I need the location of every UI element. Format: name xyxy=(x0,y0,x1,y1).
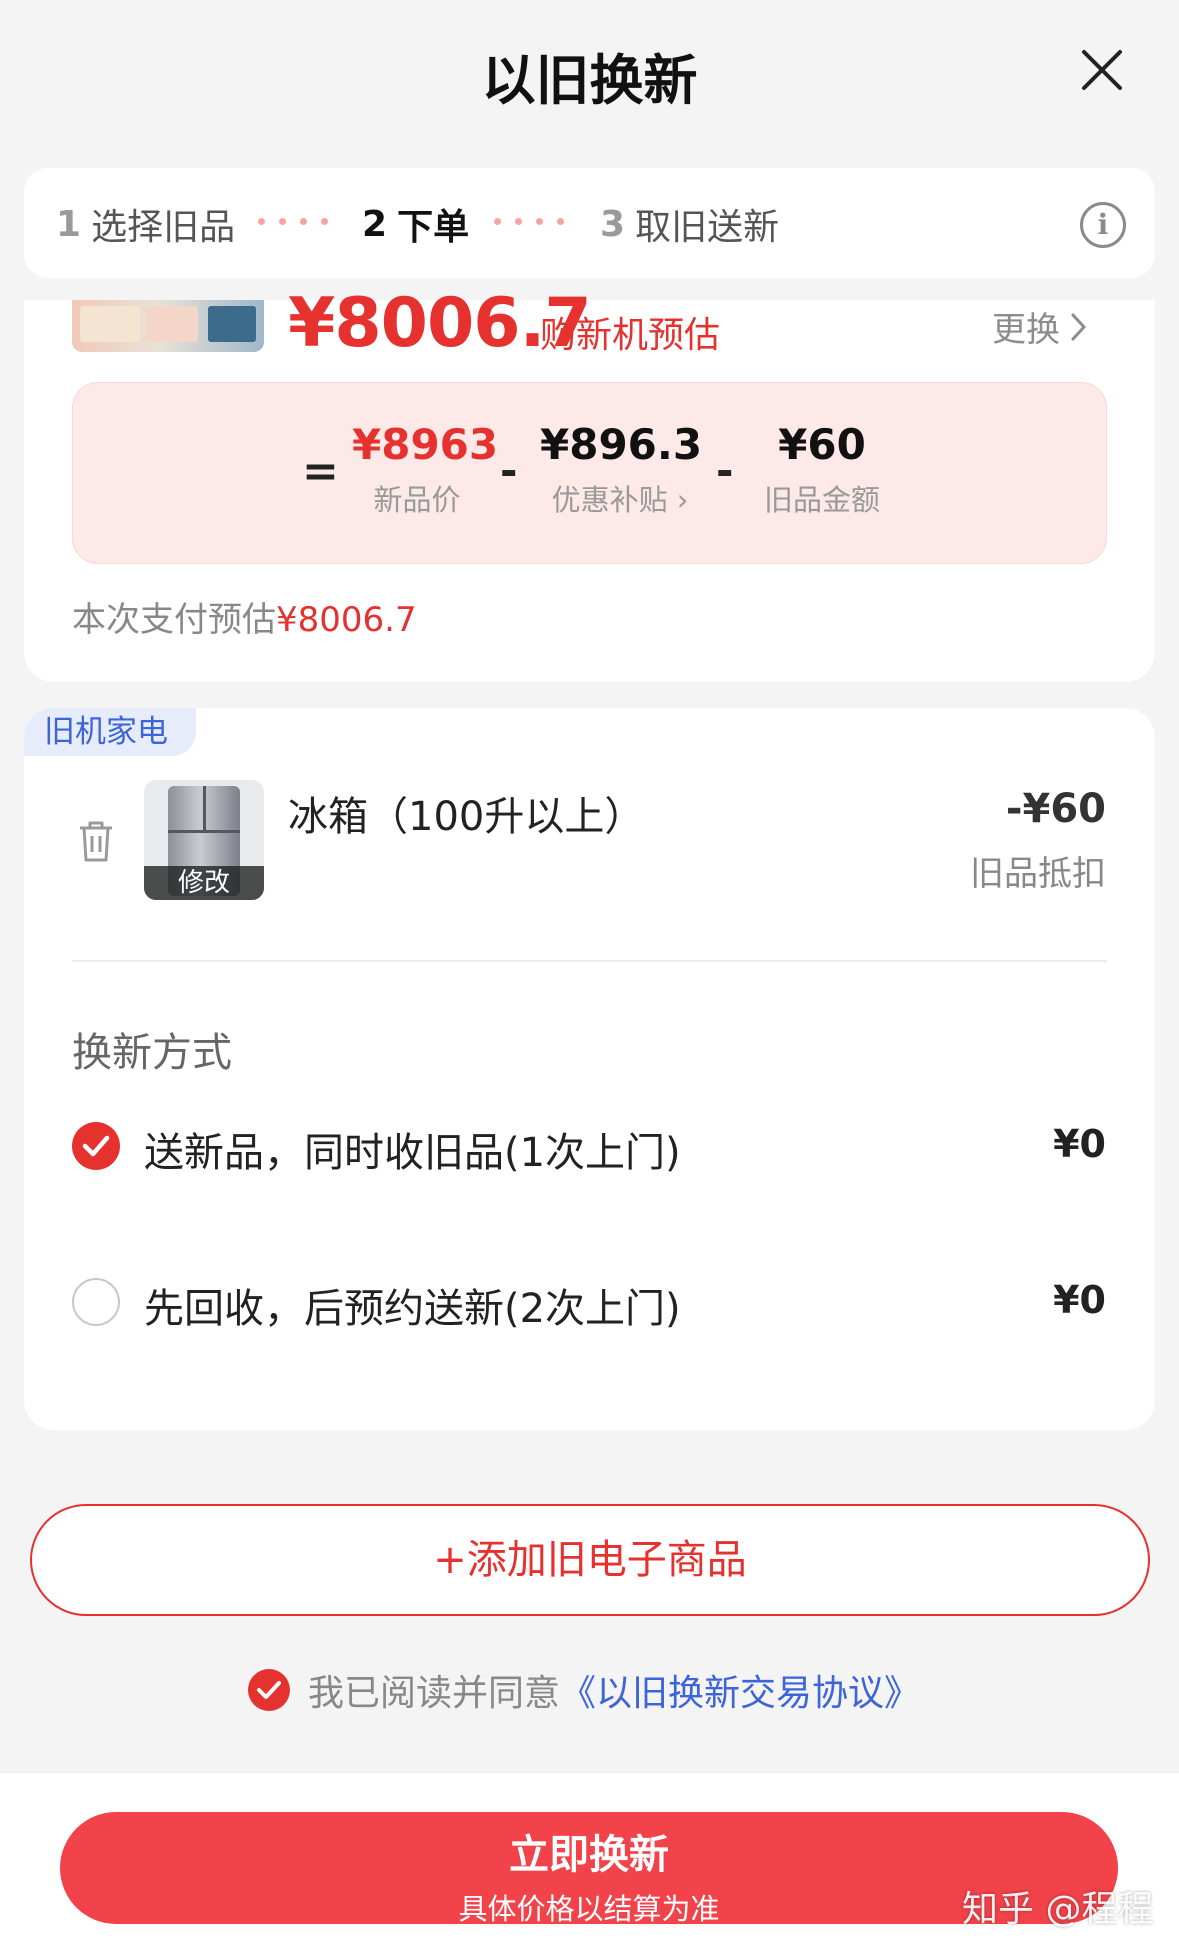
step-1-label: 选择旧品 xyxy=(91,207,236,248)
change-product-button[interactable]: 更换 xyxy=(992,302,1088,351)
cta-sub-label: 具体价格以结算为准 xyxy=(458,1892,720,1926)
minus-sign-1: - xyxy=(500,446,518,495)
method-option-2-radio[interactable] xyxy=(72,1278,120,1326)
step-1: 1 选择旧品 xyxy=(56,198,235,250)
new-price-value: ¥8963 xyxy=(352,420,499,469)
check-icon xyxy=(82,1135,110,1157)
watermark: 知乎 @程程 xyxy=(962,1889,1154,1930)
old-item-name: 冰箱（100升以上） xyxy=(288,794,645,840)
new-product-thumbnail xyxy=(72,300,264,352)
info-icon[interactable]: i xyxy=(1080,202,1126,248)
step-dots-2 xyxy=(494,218,564,225)
old-amount-value: ¥60 xyxy=(778,420,866,469)
pay-estimate-value: ¥8006.7 xyxy=(276,600,417,640)
agreement-row: 我已阅读并同意《以旧换新交易协议》 xyxy=(248,1664,920,1716)
old-amount-block: ¥60 旧品金额 xyxy=(752,420,892,519)
step-2-number: 2 xyxy=(362,203,388,245)
old-item-deduction-label: 旧品抵扣 xyxy=(970,854,1106,894)
add-old-electronics-button[interactable]: +添加旧电子商品 xyxy=(30,1504,1150,1616)
new-price-label: 新品价 xyxy=(373,483,461,517)
method-option-1-price: ¥0 xyxy=(1053,1122,1106,1166)
trash-icon xyxy=(80,821,112,862)
category-tag: 旧机家电 xyxy=(24,708,196,756)
sheet-title: 以旧换新 xyxy=(481,49,698,112)
method-option-2-label[interactable]: 先回收，后预约送新(2次上门) xyxy=(144,1276,681,1334)
method-option-1-radio[interactable] xyxy=(72,1122,120,1170)
close-button[interactable] xyxy=(1076,44,1128,96)
check-icon xyxy=(257,1681,281,1699)
step-3-number: 3 xyxy=(600,203,626,245)
subsidy-block[interactable]: ¥896.3 优惠补贴 › xyxy=(540,420,703,519)
agreement-checkbox[interactable] xyxy=(248,1669,290,1711)
old-amount-label: 旧品金额 xyxy=(763,483,880,517)
agreement-text: 我已阅读并同意 xyxy=(308,1673,561,1714)
method-title: 换新方式 xyxy=(72,1030,232,1076)
trade-in-sheet: 以旧换新 1 选择旧品 2 下单 3 取旧送新 i ¥8006.7 购新机预估 … xyxy=(0,0,1179,1954)
step-3-label: 取旧送新 xyxy=(635,207,780,248)
chevron-right-icon xyxy=(1071,313,1087,340)
subsidy-value: ¥896.3 xyxy=(540,420,703,469)
new-machine-price-label: 购新机预估 xyxy=(540,315,721,356)
agreement-link[interactable]: 《以旧换新交易协议》 xyxy=(560,1673,920,1714)
edit-item-button[interactable]: 修改 xyxy=(144,866,264,900)
step-3: 3 取旧送新 xyxy=(600,198,779,250)
minus-sign-2: - xyxy=(716,446,734,495)
fridge-image[interactable]: 修改 xyxy=(144,780,264,900)
divider xyxy=(72,960,1107,962)
delete-item-button[interactable] xyxy=(76,818,116,864)
step-2-label: 下单 xyxy=(397,207,470,248)
pay-estimate-label: 本次支付预估 xyxy=(72,600,276,640)
old-item-deduction: -¥60 xyxy=(1005,786,1106,832)
change-label: 更换 xyxy=(992,310,1060,350)
close-icon xyxy=(1082,50,1122,90)
method-option-2-price: ¥0 xyxy=(1053,1278,1106,1322)
method-option-1-label[interactable]: 送新品，同时收旧品(1次上门) xyxy=(144,1120,681,1178)
subsidy-label: 优惠补贴 › xyxy=(551,483,689,517)
cta-main-label: 立即换新 xyxy=(509,1832,669,1878)
trade-in-now-button[interactable]: 立即换新 具体价格以结算为准 xyxy=(60,1812,1118,1926)
step-2: 2 下单 xyxy=(362,198,469,250)
step-dots-1 xyxy=(258,218,328,225)
new-price-block: ¥8963 新品价 xyxy=(352,420,499,519)
step-1-number: 1 xyxy=(56,203,82,245)
pay-estimate: 本次支付预估¥8006.7 xyxy=(72,592,417,641)
equals-sign: = xyxy=(302,446,339,497)
